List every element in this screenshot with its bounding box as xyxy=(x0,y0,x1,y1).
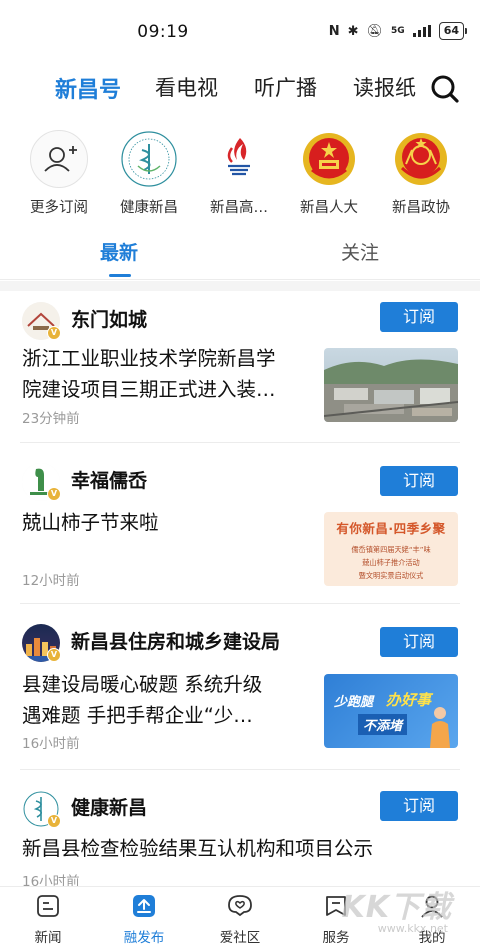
heart-chat-icon xyxy=(228,895,252,917)
banner-text: 少跑腿 xyxy=(334,695,374,710)
persimmon-festival-poster[interactable]: 有你新昌·四季乡聚 儒岙镇第四届天姥“丰”味 兢山柿子推介活动 暨文明实景启动仪… xyxy=(324,512,458,586)
publish-icon xyxy=(133,895,155,917)
subscribe-button[interactable]: 订阅 xyxy=(380,302,458,332)
source-name[interactable]: 健康新昌 xyxy=(71,793,147,820)
article-time: 16小时前 xyxy=(22,736,80,752)
sub-label: 新昌高… xyxy=(210,200,268,216)
nav-community[interactable]: 爱社区 xyxy=(192,893,288,946)
tab-watch-tv[interactable]: 看电视 xyxy=(155,72,218,102)
feed-card[interactable]: V 东门如城 订阅 浙江工业职业技术学院新昌学 院建设项目三期正式进入装… 23… xyxy=(0,291,480,441)
article-title-line: 院建设项目三期正式进入装… xyxy=(22,378,276,401)
source-name[interactable]: 东门如城 xyxy=(71,305,147,332)
tab-latest[interactable]: 最新 xyxy=(100,238,138,265)
article-title[interactable]: 新昌县检查检验结果互认机构和项目公示 xyxy=(22,833,462,864)
separator xyxy=(0,281,480,291)
user-icon xyxy=(421,895,443,918)
sub-label: 新昌人大 xyxy=(300,200,358,216)
subscription-row: 更多订阅 健康新昌 新昌高… 新昌人大 新昌政协 xyxy=(0,130,480,220)
nav-label: 融发布 xyxy=(123,930,165,946)
article-time: 12小时前 xyxy=(22,573,80,589)
banner-text: 不添堵 xyxy=(358,714,408,735)
feed-card[interactable]: V 新昌县住房和城乡建设局 订阅 县建设局暖心破题 系统升级 遇难题 手把手帮企… xyxy=(0,613,480,768)
nfc-icon: N xyxy=(328,23,340,39)
article-title-line: 新昌县检查检验结果互认机构和项目公示 xyxy=(22,837,374,860)
add-user-icon xyxy=(30,130,88,188)
nav-label: 我的 xyxy=(418,930,446,946)
person-illustration xyxy=(430,707,450,748)
feed-card[interactable]: V 幸福儒岙 订阅 兢山柿子节来啦 12小时前 有你新昌·四季乡聚 儒岙镇第四届… xyxy=(0,452,480,602)
bluetooth-icon: ✱ xyxy=(347,23,359,39)
status-time: 09:19 xyxy=(137,22,189,42)
article-title-line: 县建设局暖心破题 系统升级 xyxy=(22,673,263,696)
subscribe-button[interactable]: 订阅 xyxy=(380,466,458,496)
search-icon[interactable] xyxy=(430,74,460,104)
nav-label: 新闻 xyxy=(34,930,62,946)
network-type: 5G xyxy=(391,26,405,36)
nav-mine[interactable]: 我的 xyxy=(384,893,480,946)
nav-label: 服务 xyxy=(322,930,350,946)
national-emblem xyxy=(300,130,358,188)
nav-label: 爱社区 xyxy=(219,930,261,946)
nav-publish[interactable]: 融发布 xyxy=(96,893,192,946)
cppcc-emblem xyxy=(392,130,450,188)
verified-badge: V xyxy=(47,487,61,501)
tab-read-newspaper[interactable]: 读报纸 xyxy=(353,72,416,102)
verified-badge: V xyxy=(47,814,61,828)
sub-label: 新昌政协 xyxy=(392,200,450,216)
status-icons: N ✱ 🔕︎ 5G 64 xyxy=(328,22,468,40)
nav-service[interactable]: 服务 xyxy=(288,893,384,946)
sub-xinchang-npc[interactable]: 新昌人大 xyxy=(284,130,374,217)
status-bar: 09:19 N ✱ 🔕︎ 5G 64 xyxy=(0,0,480,60)
poster-headline: 有你新昌·四季乡聚 xyxy=(336,521,446,536)
verified-badge: V xyxy=(47,326,61,340)
sub-xinchang-gao[interactable]: 新昌高… xyxy=(194,130,284,217)
divider xyxy=(20,603,460,604)
tab-listen-radio[interactable]: 听广播 xyxy=(254,72,317,102)
sub-label: 更多订阅 xyxy=(30,200,88,216)
sub-health-xinchang[interactable]: 健康新昌 xyxy=(104,130,194,217)
battery-icon: 64 xyxy=(438,22,468,40)
nav-news[interactable]: 新闻 xyxy=(0,893,96,946)
poster-subtitle: 兢山柿子推介活动 xyxy=(362,558,420,567)
top-tabs: 新昌号 看电视 听广播 读报纸 xyxy=(0,66,480,110)
poster-subtitle: 暨文明实景启动仪式 xyxy=(358,571,424,580)
article-title-line: 兢山柿子节来啦 xyxy=(22,511,159,534)
sub-more[interactable]: 更多订阅 xyxy=(14,130,104,217)
sub-label: 健康新昌 xyxy=(120,200,178,216)
feed-card[interactable]: V 健康新昌 订阅 新昌县检查检验结果互认机构和项目公示 16小时前 xyxy=(0,779,480,890)
article-title-line: 遇难题 手把手帮企业“少… xyxy=(22,704,253,727)
subscribe-button[interactable]: 订阅 xyxy=(380,627,458,657)
bottom-nav: 新闻 融发布 爱社区 服务 我的 xyxy=(0,886,480,950)
health-logo xyxy=(120,130,178,188)
feed-tabs: 最新 关注 xyxy=(0,230,480,280)
sub-xinchang-cppcc[interactable]: 新昌政协 xyxy=(376,130,466,217)
source-name[interactable]: 幸福儒岙 xyxy=(71,466,147,493)
aerial-campus-photo[interactable] xyxy=(324,348,458,422)
article-title-line: 浙江工业职业技术学院新昌学 xyxy=(22,347,276,370)
article-title[interactable]: 浙江工业职业技术学院新昌学 院建设项目三期正式进入装… xyxy=(22,343,312,405)
active-tab-indicator xyxy=(109,274,131,277)
bookmark-icon xyxy=(326,896,346,916)
divider xyxy=(20,442,460,443)
subscribe-button[interactable]: 订阅 xyxy=(380,791,458,821)
source-name[interactable]: 新昌县住房和城乡建设局 xyxy=(71,627,280,654)
service-banner[interactable]: 少跑腿 办好事 不添堵 xyxy=(324,674,458,748)
divider xyxy=(20,769,460,770)
mute-icon: 🔕︎ xyxy=(366,23,384,39)
article-title[interactable]: 县建设局暖心破题 系统升级 遇难题 手把手帮企业“少… xyxy=(22,669,312,731)
tab-xinchanghao[interactable]: 新昌号 xyxy=(55,72,121,104)
article-title[interactable]: 兢山柿子节来啦 xyxy=(22,507,312,538)
signal-icon xyxy=(412,25,431,37)
banner-text: 办好事 xyxy=(386,691,432,709)
verified-badge: V xyxy=(47,648,61,662)
torch-logo xyxy=(210,130,268,188)
article-time: 23分钟前 xyxy=(22,411,80,427)
tab-following[interactable]: 关注 xyxy=(341,238,379,265)
poster-subtitle: 儒岙镇第四届天姥“丰”味 xyxy=(351,545,431,554)
news-icon xyxy=(37,895,59,917)
